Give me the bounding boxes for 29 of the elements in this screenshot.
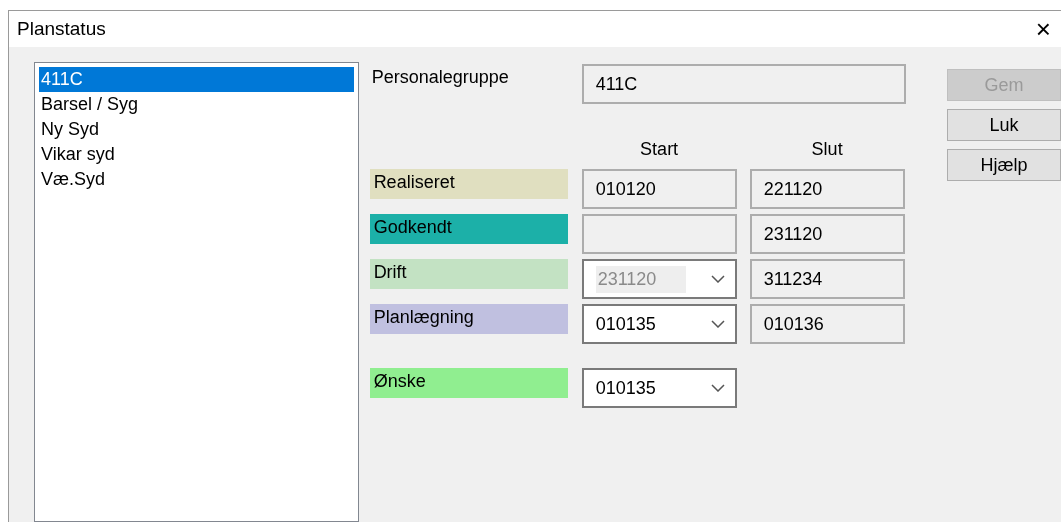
chevron-down-icon bbox=[710, 384, 725, 392]
dialog-button[interactable]: Luk bbox=[947, 109, 1061, 141]
column-header: Start bbox=[639, 138, 680, 161]
list-item[interactable]: Ny Syd bbox=[39, 117, 354, 142]
field-label: Personalegruppe bbox=[370, 66, 510, 89]
text-field[interactable]: 010136 bbox=[749, 304, 905, 344]
status-label: Godkendt bbox=[369, 214, 568, 244]
text-field[interactable]: 221120 bbox=[749, 169, 905, 209]
text-field[interactable]: 231120 bbox=[749, 214, 905, 254]
dialog-button[interactable]: Hjælp bbox=[947, 149, 1061, 181]
close-button[interactable]: × bbox=[1031, 16, 1055, 42]
text-field[interactable]: 311234 bbox=[749, 259, 905, 299]
column-header: Slut bbox=[810, 138, 844, 161]
dropdown-field[interactable]: 010135 bbox=[581, 368, 737, 408]
list-item[interactable]: Barsel / Syg bbox=[39, 92, 354, 117]
status-label: Planlægning bbox=[369, 304, 568, 334]
status-label: Realiseret bbox=[369, 169, 568, 199]
list-item[interactable]: Væ.Syd bbox=[39, 167, 354, 192]
text-field[interactable] bbox=[581, 214, 737, 254]
status-label: Ønske bbox=[369, 368, 568, 398]
text-field[interactable]: 411C bbox=[581, 64, 906, 104]
dropdown-field[interactable]: 010135 bbox=[581, 304, 737, 344]
text-field[interactable]: 010120 bbox=[581, 169, 737, 209]
list-item[interactable]: Vikar syd bbox=[39, 142, 354, 167]
window-title: Planstatus bbox=[17, 16, 106, 41]
chevron-down-icon bbox=[710, 320, 725, 328]
list-item[interactable]: 411C bbox=[39, 67, 354, 92]
status-label: Drift bbox=[369, 259, 568, 289]
chevron-down-icon bbox=[710, 275, 725, 283]
